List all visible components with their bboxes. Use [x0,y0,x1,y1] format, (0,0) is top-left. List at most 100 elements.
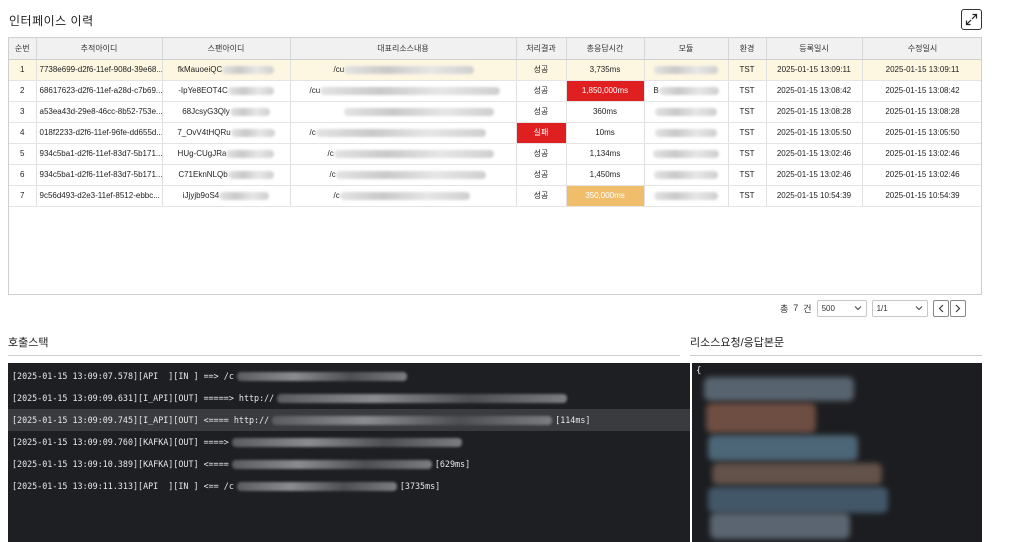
cell-env: TST [728,143,767,165]
call-stack-line[interactable]: [2025-01-15 13:09:10.389][KAFKA][OUT] <=… [8,453,690,475]
cell-span-id: HUg-CUgJRa [162,143,291,165]
cell-env: TST [728,80,767,102]
cell-resource: /c [290,164,517,186]
call-stack-console[interactable]: [2025-01-15 13:09:07.578][API ][IN ] ==>… [8,363,690,542]
cell-seq: 6 [9,164,37,186]
col-header-result[interactable]: 처리결과 [516,38,567,60]
col-header-module[interactable]: 모듈 [644,38,729,60]
cell-result: 성공 [516,101,567,123]
table-row[interactable]: 1 7738e699-d2f6-11ef-908d-39e68... fkMau… [9,59,981,81]
cell-result: 성공 [516,185,567,207]
cell-resource: /c [290,143,517,165]
page-size-value: 500 [821,303,835,313]
col-header-trace-id[interactable]: 추적아이디 [36,38,163,60]
cell-span-id: -IpYe8EOT4C [162,80,291,102]
cell-env: TST [728,101,767,123]
cell-span-id: C71EknNLQb [162,164,291,186]
col-header-created[interactable]: 등록일시 [766,38,863,60]
table-row[interactable]: 2 68617623-d2f6-11ef-a28d-c7b69... -IpYe… [9,80,981,102]
redacted-json-block [708,487,888,513]
cell-updated: 2025-01-15 13:02:46 [862,143,981,165]
call-stack-title: 호출스택 [8,337,49,349]
table-row[interactable]: 6 934c5ba1-d2f6-11ef-83d7-5b171... C71Ek… [9,164,981,186]
cell-created: 2025-01-15 13:09:11 [766,59,863,81]
cell-trace-id: 68617623-d2f6-11ef-a28d-c7b69... [36,80,163,102]
cell-seq: 3 [9,101,37,123]
next-page-button[interactable] [949,299,966,317]
cell-created: 2025-01-15 13:02:46 [766,164,863,186]
chevron-right-icon [955,304,960,312]
redacted-json-block [710,513,850,539]
resource-body-title: 리소스요청/응답본문 [690,337,785,349]
col-header-updated[interactable]: 수정일시 [862,38,981,60]
cell-response-time: 1,134ms [566,143,645,165]
cell-env: TST [728,164,767,186]
cell-updated: 2025-01-15 13:08:28 [862,101,981,123]
cell-created: 2025-01-15 13:02:46 [766,143,863,165]
prev-page-button[interactable] [932,299,949,317]
cell-resource [290,101,517,123]
cell-created: 2025-01-15 13:05:50 [766,122,863,144]
call-stack-line[interactable]: [2025-01-15 13:09:11.313][API ][IN ] <==… [8,475,690,497]
cell-trace-id: 934c5ba1-d2f6-11ef-83d7-5b171... [36,143,163,165]
cell-module [644,59,729,81]
redacted-json-block [708,435,858,461]
cell-env: TST [728,185,767,207]
cell-seq: 2 [9,80,37,102]
total-prefix: 총 [780,303,789,314]
cell-module [644,185,729,207]
cell-response-time: 360ms [566,101,645,123]
cell-trace-id: 018f2233-d2f6-11ef-96fe-dd655d... [36,122,163,144]
call-stack-line[interactable]: [2025-01-15 13:09:09.631][I_API][OUT] ==… [8,387,690,409]
redacted-json-block [706,403,816,433]
col-header-response-time[interactable]: 총응답시간 [566,38,645,60]
chevron-left-icon [938,304,943,312]
pagination-bar: 총 7 건 500 1/1 [780,299,966,317]
table-row[interactable]: 5 934c5ba1-d2f6-11ef-83d7-5b171... HUg-C… [9,143,981,165]
call-stack-line-selected[interactable]: [2025-01-15 13:09:09.745][I_API][OUT] <=… [8,409,690,431]
col-header-env[interactable]: 환경 [728,38,767,60]
cell-created: 2025-01-15 13:08:42 [766,80,863,102]
cell-trace-id: 7738e699-d2f6-11ef-908d-39e68... [36,59,163,81]
redacted-json-block [704,377,854,401]
cell-updated: 2025-01-15 13:08:42 [862,80,981,102]
table-row[interactable]: 4 018f2233-d2f6-11ef-96fe-dd655d... 7_Ov… [9,122,981,144]
page-select[interactable]: 1/1 [871,299,928,317]
redacted-json-block [712,463,882,485]
cell-response-time: 1,450ms [566,164,645,186]
page-size-select[interactable]: 500 [816,299,867,317]
cell-env: TST [728,122,767,144]
col-header-seq[interactable]: 순번 [9,38,37,60]
cell-module: B [644,80,729,102]
call-stack-line[interactable]: [2025-01-15 13:09:07.578][API ][IN ] ==>… [8,365,690,387]
json-open-brace: { [696,366,702,376]
page-title: 인터페이스 이력 [9,14,94,28]
cell-resource: /c [290,185,517,207]
cell-env: TST [728,59,767,81]
call-stack-line[interactable]: [2025-01-15 13:09:09.760][KAFKA][OUT] ==… [8,431,690,453]
history-table: 순번 추적아이디 스팬아이디 대표리소스내용 처리결과 총응답시간 모듈 환경 … [9,38,981,207]
resource-body-panel[interactable]: { [692,363,982,542]
cell-response-time: 1,850,000ms [566,80,645,102]
cell-span-id: 7_OvV4tHQRu [162,122,291,144]
table-row[interactable]: 3 a53ea43d-29e8-46cc-8b52-753e... 68Jcsy… [9,101,981,123]
cell-result: 성공 [516,59,567,81]
cell-trace-id: 9c56d493-d2e3-11ef-8512-ebbc... [36,185,163,207]
cell-updated: 2025-01-15 13:02:46 [862,164,981,186]
chevron-down-icon [915,306,922,311]
cell-result: 실패 [516,122,567,144]
cell-result: 성공 [516,164,567,186]
cell-result: 성공 [516,143,567,165]
col-header-resource[interactable]: 대표리소스내용 [290,38,517,60]
table-row[interactable]: 7 9c56d493-d2e3-11ef-8512-ebbc... iJjyjb… [9,185,981,207]
resource-body-divider [690,355,982,356]
cell-module [644,101,729,123]
call-stack-divider [8,355,680,356]
cell-module [644,164,729,186]
expand-button[interactable] [961,9,982,30]
cell-seq: 7 [9,185,37,207]
col-header-span-id[interactable]: 스팬아이디 [162,38,291,60]
cell-module [644,122,729,144]
total-suffix: 건 [803,303,812,314]
cell-span-id: iJjyjb9oS4 [162,185,291,207]
